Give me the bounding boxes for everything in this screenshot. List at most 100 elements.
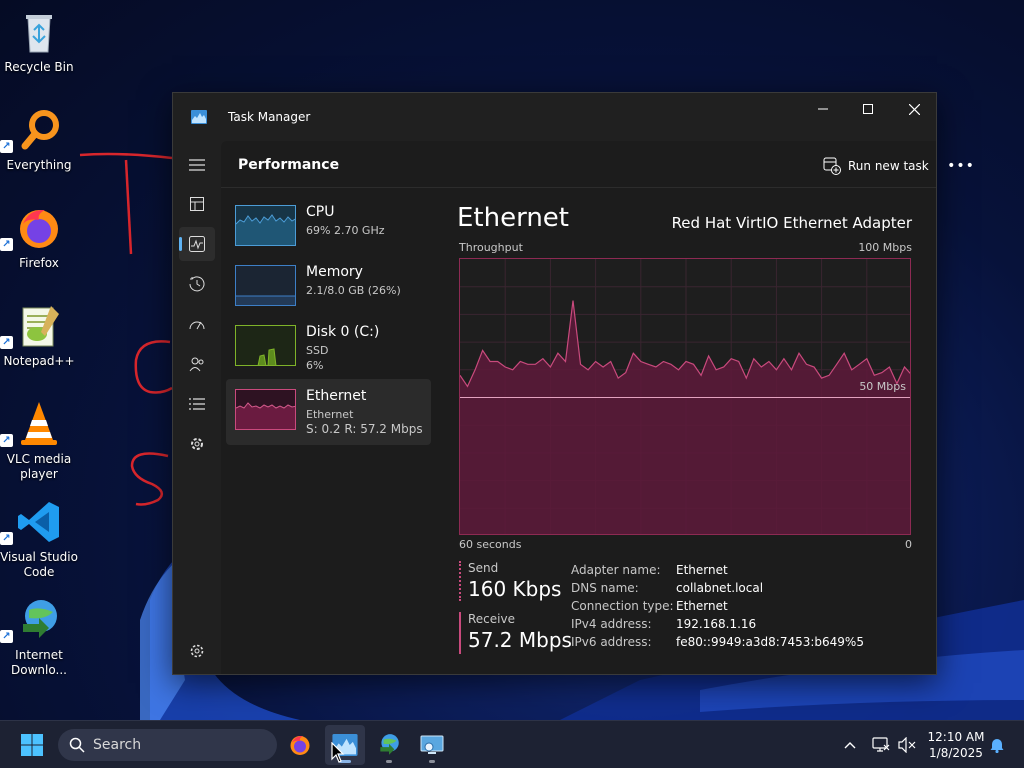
volume-tray-button[interactable] <box>896 721 918 768</box>
nav-app-history[interactable] <box>179 267 215 301</box>
more-options-button[interactable]: ••• <box>947 155 975 177</box>
maximize-button[interactable] <box>845 93 891 125</box>
shortcut-arrow-icon: ↗ <box>0 140 13 153</box>
notifications-button[interactable] <box>986 721 1008 768</box>
vlc-icon <box>21 402 57 445</box>
internet-download-manager-icon <box>380 734 399 755</box>
window-title: Task Manager <box>228 110 311 124</box>
settings-icon <box>190 644 204 658</box>
nav-users[interactable] <box>179 347 215 381</box>
desktop-icon-firefox[interactable]: ↗ Firefox <box>0 204 78 271</box>
navigation-rail <box>173 141 221 674</box>
search-input[interactable] <box>93 737 263 753</box>
run-task-icon <box>823 157 841 175</box>
start-button[interactable] <box>12 725 52 765</box>
throughput-chart <box>460 259 910 534</box>
search-icon <box>69 737 85 753</box>
notepad-plus-plus-icon <box>22 306 59 347</box>
ethernet-detail-panel: Ethernet Red Hat VirtIO Ethernet Adapter… <box>457 193 912 674</box>
desktop-icon-recycle-bin[interactable]: Recycle Bin <box>0 8 78 75</box>
desktop-icon-notepad-plus-plus[interactable]: ↗ Notepad++ <box>0 302 78 369</box>
desktop-icon-internet-download-manager[interactable]: ↗ Internet Downlo... <box>0 596 78 678</box>
perf-item-detail: 6% <box>306 359 324 372</box>
desktop-icon-vscode[interactable]: ↗ Visual Studio Code <box>0 498 78 580</box>
throughput-graph: 50 Mbps <box>459 258 911 535</box>
receive-stat: Receive 57.2 Mbps <box>459 612 572 654</box>
close-button[interactable] <box>891 93 937 125</box>
perf-item-disk[interactable]: Disk 0 (C:) SSD 6% <box>226 313 431 377</box>
firefox-icon <box>290 735 310 755</box>
taskbar-firefox[interactable] <box>280 725 320 765</box>
send-value: 160 Kbps <box>468 577 562 601</box>
title-bar[interactable]: Task Manager <box>173 93 936 141</box>
property-value: collabnet.local <box>676 581 764 595</box>
perf-item-name: Disk 0 (C:) <box>306 324 380 340</box>
perf-item-cpu[interactable]: CPU 69% 2.70 GHz <box>226 193 431 257</box>
perf-item-detail: 2.1/8.0 GB (26%) <box>306 284 401 297</box>
shortcut-arrow-icon: ↗ <box>0 238 13 251</box>
nav-startup-apps[interactable] <box>179 307 215 341</box>
desktop-icon-label: Recycle Bin <box>4 60 74 74</box>
startup-apps-icon <box>189 321 205 330</box>
receive-value: 57.2 Mbps <box>468 628 572 652</box>
property-row: Connection type: Ethernet <box>571 597 864 615</box>
desktop-icon-label: Visual Studio Code <box>0 550 78 579</box>
property-value: Ethernet <box>676 563 728 577</box>
nav-settings[interactable] <box>179 634 215 668</box>
running-indicator <box>429 760 435 763</box>
desktop-icon-label: Notepad++ <box>3 354 75 368</box>
nav-processes[interactable] <box>179 187 215 221</box>
disk-thumbnail-graph <box>235 325 296 366</box>
run-new-task-button[interactable]: Run new task <box>823 155 929 177</box>
desktop-icon-label: Everything <box>6 158 72 172</box>
time-span-label: 60 seconds <box>459 538 522 551</box>
desktop-icon-everything[interactable]: ↗ Everything <box>0 106 78 173</box>
minimize-button[interactable] <box>800 93 846 125</box>
show-hidden-icons-chevron <box>844 742 856 749</box>
perf-item-name: Ethernet <box>306 388 367 404</box>
property-key: IPv4 address: <box>571 617 652 631</box>
more-options-icon: ••• <box>947 158 975 174</box>
property-row: Adapter name: Ethernet <box>571 561 864 579</box>
start-icon <box>21 734 43 756</box>
show-hidden-icons-button[interactable] <box>838 721 862 768</box>
time-zero-label: 0 <box>905 538 912 551</box>
desktop-icon-vlc[interactable]: ↗ VLC media player <box>0 400 78 482</box>
perf-item-detail: Ethernet <box>306 408 354 421</box>
half-throughput-label: 50 Mbps <box>859 380 906 393</box>
clock-date: 1/8/2025 <box>929 746 983 760</box>
max-throughput-label: 100 Mbps <box>858 241 912 254</box>
send-label: Send <box>468 561 499 575</box>
perf-item-detail: 69% 2.70 GHz <box>306 224 385 237</box>
nav-menu-button[interactable] <box>179 148 215 182</box>
taskbar-remote-desktop[interactable] <box>412 725 452 765</box>
taskbar-internet-download-manager[interactable] <box>369 725 409 765</box>
task-manager-app-icon <box>191 110 207 124</box>
page-header: Performance Run new task ••• <box>221 141 974 188</box>
maximize-icon <box>863 104 873 114</box>
property-row: DNS name: collabnet.local <box>571 579 864 597</box>
nav-services[interactable] <box>179 427 215 461</box>
perf-item-memory[interactable]: Memory 2.1/8.0 GB (26%) <box>226 253 431 317</box>
memory-thumbnail-graph <box>235 265 296 306</box>
perf-item-detail: SSD <box>306 344 329 357</box>
run-new-task-label: Run new task <box>848 159 929 173</box>
property-key: Connection type: <box>571 599 674 613</box>
processes-icon <box>190 197 204 211</box>
details-icon <box>189 398 205 410</box>
property-key: DNS name: <box>571 581 639 595</box>
network-tray-button[interactable] <box>870 721 892 768</box>
shortcut-arrow-icon: ↗ <box>0 336 13 349</box>
desktop-icon-label: VLC media player <box>6 452 72 481</box>
task-manager-window: Task Manager Performance Run new task ••… <box>172 92 974 675</box>
taskbar-clock[interactable]: 12:10 AM 1/8/2025 <box>925 729 987 761</box>
adapter-model: Red Hat VirtIO Ethernet Adapter <box>671 214 912 232</box>
nav-performance[interactable] <box>179 227 215 261</box>
perf-item-ethernet[interactable]: Ethernet Ethernet S: 0.2 R: 57.2 Mbps <box>226 379 431 445</box>
nav-details[interactable] <box>179 387 215 421</box>
property-key: IPv6 address: <box>571 635 652 649</box>
page-title: Performance <box>238 157 340 173</box>
perf-item-name: Memory <box>306 264 363 280</box>
send-stat: Send 160 Kbps <box>459 561 561 601</box>
taskbar-search[interactable] <box>58 729 277 761</box>
